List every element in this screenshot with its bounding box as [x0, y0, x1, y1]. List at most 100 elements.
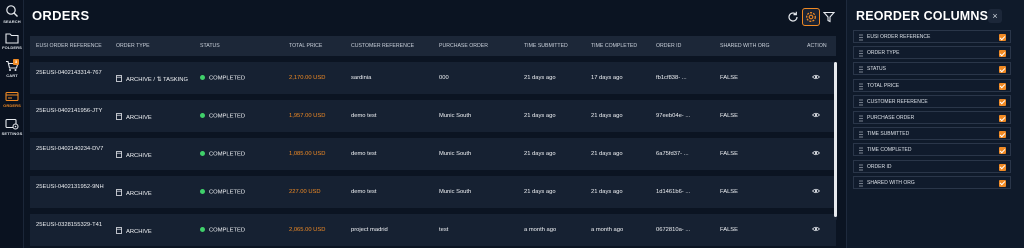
- order-type-text: ARCHIVE: [126, 229, 152, 235]
- nav-label-settings: SETTINGS: [1, 131, 23, 136]
- search-icon: [6, 5, 18, 17]
- column-header[interactable]: SHARED WITH ORG: [720, 36, 770, 56]
- column-item[interactable]: STATUS: [853, 62, 1011, 76]
- drag-handle-icon[interactable]: [859, 115, 863, 122]
- column-visible-checkbox[interactable]: [999, 98, 1006, 106]
- time-submitted-cell: a month ago: [524, 227, 556, 233]
- table-row[interactable]: 25EUSI-0402140234-DV7 ARCHIVE COMPLETED 1,0…: [30, 138, 836, 171]
- view-order-button[interactable]: [812, 188, 820, 196]
- column-item[interactable]: SHARED WITH ORG: [853, 175, 1011, 189]
- left-nav: SEARCH FOLDERS 3 CART ORDERS SETTINGS: [0, 0, 24, 248]
- time-submitted-cell: 21 days ago: [524, 189, 556, 195]
- column-visible-checkbox[interactable]: [999, 163, 1006, 171]
- column-visible-checkbox[interactable]: [999, 179, 1006, 187]
- table-row[interactable]: 25EUSI-0402143314-767 ARCHIVE / ⇅ TASKING…: [30, 62, 836, 95]
- drag-handle-icon[interactable]: [859, 131, 863, 138]
- scrollbar-thumb[interactable]: [834, 62, 837, 217]
- time-completed-cell: 17 days ago: [591, 75, 623, 81]
- column-header[interactable]: TIME COMPLETED: [591, 36, 637, 56]
- nav-item-search[interactable]: SEARCH: [0, 4, 24, 24]
- drag-handle-icon[interactable]: [859, 50, 863, 57]
- order-type-cell: ARCHIVE: [116, 151, 152, 159]
- close-button[interactable]: ×: [988, 9, 1002, 23]
- archive-icon: [116, 113, 122, 120]
- status-text: COMPLETED: [209, 113, 246, 120]
- refresh-button[interactable]: [784, 8, 802, 26]
- column-item[interactable]: ORDER ID: [853, 159, 1011, 173]
- column-visible-checkbox[interactable]: [999, 147, 1006, 155]
- total-price-cell: 1,085.00 USD: [289, 151, 325, 157]
- purchase-order-text: Munic South: [439, 189, 472, 195]
- archive-icon: [116, 151, 122, 158]
- column-item[interactable]: TIME SUBMITTED: [853, 127, 1011, 141]
- view-order-button[interactable]: [812, 74, 820, 82]
- time-completed-text: 21 days ago: [591, 113, 623, 119]
- column-header[interactable]: ORDER TYPE: [116, 36, 150, 56]
- table-row[interactable]: 25EUSI-0402141956-JTY ARCHIVE COMPLETED 1,9…: [30, 100, 836, 133]
- column-header[interactable]: TOTAL PRICE: [289, 36, 322, 56]
- order-type-cell: ARCHIVE: [116, 189, 152, 197]
- shared-with-org-text: FALSE: [720, 151, 739, 157]
- status-dot-icon: [200, 113, 205, 118]
- column-visible-checkbox[interactable]: [999, 34, 1006, 41]
- archive-icon: [116, 227, 122, 234]
- column-header[interactable]: EUSI ORDER REFERENCE: [36, 36, 102, 56]
- total-price-text: 2,065.00 USD: [289, 227, 326, 233]
- status-dot-icon: [200, 227, 205, 232]
- view-order-button[interactable]: [812, 150, 820, 158]
- column-item[interactable]: ORDER TYPE: [853, 46, 1011, 60]
- order-reference-cell: 25EUSI-0402143314-767: [36, 69, 106, 78]
- column-visible-checkbox[interactable]: [999, 50, 1006, 58]
- column-item-label: TIME COMPLETED: [867, 147, 912, 154]
- filter-button[interactable]: [820, 8, 838, 26]
- view-order-button[interactable]: [812, 226, 820, 234]
- column-item[interactable]: PURCHASE ORDER: [853, 111, 1011, 124]
- time-completed-cell: a month ago: [591, 227, 623, 233]
- column-header[interactable]: ORDER ID: [656, 36, 681, 56]
- column-item[interactable]: EUSI ORDER REFERENCE: [853, 30, 1011, 43]
- view-order-button[interactable]: [812, 112, 820, 120]
- column-visible-checkbox[interactable]: [999, 66, 1006, 74]
- order-type-text: ARCHIVE: [126, 153, 152, 159]
- reorder-columns-button[interactable]: [802, 8, 820, 26]
- table-row[interactable]: 25EUSI-0328155329-T41 ARCHIVE COMPLETED 2,0…: [30, 214, 836, 247]
- column-header[interactable]: PURCHASE ORDER: [439, 36, 488, 56]
- time-completed-text: a month ago: [591, 227, 624, 233]
- status-cell: COMPLETED: [200, 189, 245, 196]
- drag-handle-icon[interactable]: [859, 99, 863, 106]
- column-visible-checkbox[interactable]: [999, 115, 1006, 122]
- nav-item-orders[interactable]: ORDERS: [0, 90, 24, 108]
- time-submitted-text: 21 days ago: [524, 113, 556, 119]
- status-text: COMPLETED: [209, 189, 246, 196]
- drag-handle-icon[interactable]: [859, 147, 863, 154]
- column-header[interactable]: STATUS: [200, 36, 220, 56]
- column-item[interactable]: TIME COMPLETED: [853, 143, 1011, 157]
- eye-icon: [812, 74, 820, 80]
- table-scrollbar[interactable]: [834, 62, 837, 220]
- table-row[interactable]: 25EUSI-0402131952-9NH ARCHIVE COMPLETED 227…: [30, 176, 836, 209]
- column-header[interactable]: CUSTOMER REFERENCE: [351, 36, 414, 56]
- nav-item-folders[interactable]: FOLDERS: [0, 32, 24, 50]
- column-item-label: ORDER ID: [867, 163, 892, 170]
- order-id-cell: 1d1461b6- ...: [656, 189, 690, 195]
- drag-handle-icon[interactable]: [859, 163, 863, 171]
- column-header[interactable]: TIME SUBMITTED: [524, 36, 568, 56]
- column-visible-checkbox[interactable]: [999, 131, 1006, 139]
- time-completed-text: 21 days ago: [591, 151, 623, 157]
- page-title: ORDERS: [32, 8, 90, 23]
- drag-handle-icon[interactable]: [859, 180, 863, 187]
- nav-item-settings[interactable]: SETTINGS: [0, 118, 24, 136]
- settings-icon: [5, 118, 19, 130]
- column-visible-checkbox[interactable]: [999, 82, 1006, 90]
- nav-item-cart[interactable]: 3 CART: [0, 59, 24, 78]
- time-submitted-cell: 21 days ago: [524, 75, 556, 81]
- order-reference-text: 25EUSI-0402131952-9NH: [36, 184, 104, 190]
- nav-label-folders: FOLDERS: [2, 45, 22, 50]
- column-item[interactable]: CUSTOMER REFERENCE: [853, 94, 1011, 108]
- drag-handle-icon[interactable]: [859, 82, 863, 90]
- drag-handle-icon[interactable]: [859, 66, 863, 73]
- drag-handle-icon[interactable]: [859, 34, 863, 41]
- column-item[interactable]: TOTAL PRICE: [853, 78, 1011, 92]
- shared-with-org-cell: FALSE: [720, 151, 738, 157]
- time-submitted-text: a month ago: [524, 227, 557, 233]
